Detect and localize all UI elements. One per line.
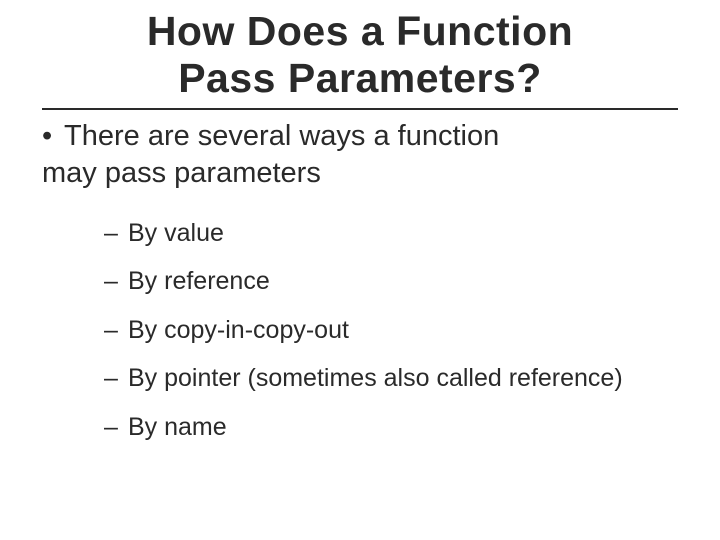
list-item: – By reference (104, 257, 678, 306)
title-line-2: Pass Parameters? (178, 55, 542, 101)
list-item: – By name (104, 403, 678, 452)
sub-item-text: By copy-in-copy-out (128, 315, 678, 346)
list-item: – By value (104, 209, 678, 258)
dash-icon: – (104, 412, 128, 443)
dash-icon: – (104, 218, 128, 249)
bullet-marker: • (42, 118, 64, 154)
dash-icon: – (104, 266, 128, 297)
sub-item-text: By name (128, 412, 678, 443)
bullet-text-line-2: may pass parameters (42, 157, 321, 189)
sub-item-text: By value (128, 218, 678, 249)
sub-list: – By value – By reference – By copy-in-c… (42, 199, 678, 452)
dash-icon: – (104, 315, 128, 346)
list-item: – By copy-in-copy-out (104, 306, 678, 355)
sub-item-text: By pointer (sometimes also called refere… (128, 363, 678, 394)
slide: How Does a Function Pass Parameters? •Th… (0, 0, 720, 540)
bullet-text-line-1: There are several ways a function (64, 120, 499, 152)
bullet-item: •There are several ways a function may p… (42, 116, 678, 199)
list-item: – By pointer (sometimes also called refe… (104, 354, 678, 403)
slide-body: •There are several ways a function may p… (42, 110, 678, 451)
dash-icon: – (104, 363, 128, 394)
slide-title: How Does a Function Pass Parameters? (42, 0, 678, 110)
sub-item-text: By reference (128, 266, 678, 297)
title-line-1: How Does a Function (147, 8, 573, 54)
